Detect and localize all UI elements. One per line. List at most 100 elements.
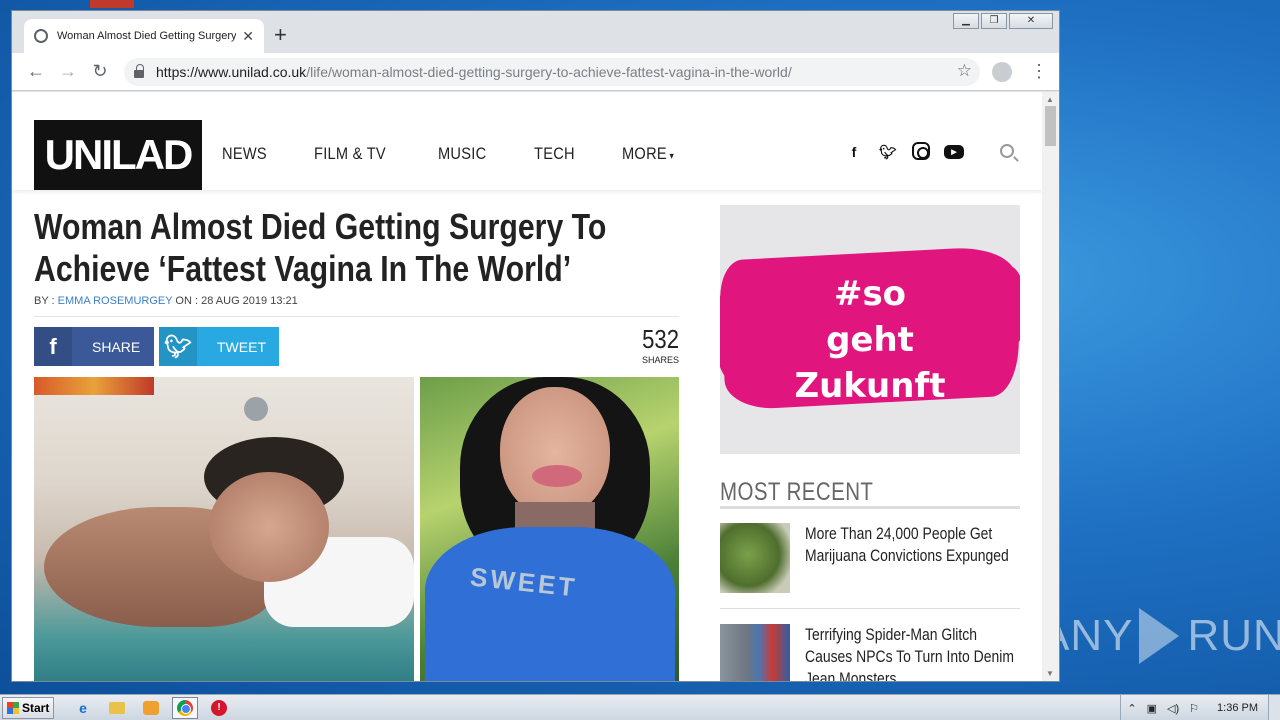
nav-news[interactable]: NEWS: [222, 144, 267, 164]
nav-tech[interactable]: TECH: [534, 144, 575, 164]
browser-tab[interactable]: Woman Almost Died Getting Surgery To Ach…: [24, 19, 264, 53]
ad-text: #so geht Zukunft: [720, 271, 1020, 409]
tray-expand-icon[interactable]: ⌃: [1127, 702, 1136, 715]
tab-close-icon[interactable]: ✕: [242, 28, 254, 45]
window-controls: ▁ ❐ ✕: [953, 13, 1053, 29]
action-center-flag-icon[interactable]: ⚐: [1189, 702, 1199, 715]
nav-film-tv[interactable]: FILM & TV: [314, 144, 386, 164]
site-header: UNILAD NEWS FILM & TV MUSIC TECH MORE f …: [12, 118, 1042, 190]
taskbar-clock[interactable]: 1:36 PM: [1217, 702, 1258, 714]
browser-window: ▁ ❐ ✕ Woman Almost Died Getting Surgery …: [11, 10, 1060, 682]
watermark-run: RUN: [1187, 611, 1280, 660]
main-nav: NEWS FILM & TV MUSIC TECH MORE: [222, 144, 722, 164]
author-link[interactable]: EMMA ROSEMURGEY: [58, 295, 173, 307]
taskbar-internet-explorer[interactable]: e: [70, 697, 96, 719]
taskbar-media-player[interactable]: [138, 697, 164, 719]
media-player-icon: [143, 700, 159, 715]
bookmark-star-icon[interactable]: ☆: [957, 61, 972, 81]
minimize-button[interactable]: ▁: [953, 13, 979, 29]
start-button[interactable]: Start: [2, 696, 54, 719]
most-recent-item[interactable]: Terrifying Spider-Man Glitch Causes NPCs…: [720, 624, 1020, 681]
url-text: https://www.unilad.co.uk/life/woman-almo…: [156, 64, 792, 80]
nav-music[interactable]: MUSIC: [438, 144, 486, 164]
scrollbar-thumb[interactable]: [1045, 106, 1056, 146]
page-viewport: UNILAD NEWS FILM & TV MUSIC TECH MORE f …: [12, 92, 1059, 681]
byline: BY : EMMA ROSEMURGEY ON : 28 AUG 2019 13…: [34, 295, 298, 307]
tab-title: Woman Almost Died Getting Surgery To Ach…: [57, 30, 237, 42]
share-count-number: 532: [642, 324, 679, 354]
most-recent-item-title: More Than 24,000 People Get Marijuana Co…: [805, 524, 1009, 565]
show-desktop-button[interactable]: [1268, 695, 1280, 720]
sidebar-ad[interactable]: #so geht Zukunft: [720, 205, 1020, 454]
facebook-icon: f: [34, 327, 72, 366]
ad-text-line-2: geht: [826, 320, 914, 360]
nav-more[interactable]: MORE: [622, 144, 674, 164]
browser-menu-icon[interactable]: ⋮: [1030, 61, 1048, 82]
opera-icon: !: [211, 699, 227, 716]
share-count-label: SHARES: [641, 355, 679, 365]
address-bar[interactable]: https://www.unilad.co.uk/life/woman-almo…: [124, 58, 980, 86]
volume-icon[interactable]: ◁): [1167, 702, 1179, 715]
photo-lips: [532, 465, 582, 487]
byline-divider: [34, 316, 679, 317]
profile-avatar-icon[interactable]: [992, 62, 1012, 82]
most-recent-title: MOST RECENT: [720, 478, 874, 506]
taskbar-opera[interactable]: !: [206, 697, 232, 719]
wall-lamp: [244, 397, 268, 421]
article-headline: Woman Almost Died Getting Surgery To Ach…: [34, 206, 607, 289]
chrome-icon: [177, 699, 193, 716]
browser-toolbar: ← → ↻ https://www.unilad.co.uk/life/woma…: [12, 53, 1059, 91]
photo-face: [500, 387, 610, 517]
instagram-icon[interactable]: [912, 142, 930, 160]
hero-left-photo: [34, 377, 414, 681]
most-recent-separator: [720, 608, 1020, 609]
play-icon: [1139, 608, 1180, 664]
most-recent-thumbnail: [720, 523, 790, 593]
forward-button[interactable]: →: [52, 61, 84, 82]
system-tray: ⌃ ▣ ◁) ⚐ 1:36 PM: [1120, 695, 1280, 720]
windows-taskbar: Start e ! ⌃ ▣ ◁) ⚐ 1:36 PM: [0, 694, 1280, 720]
start-label: Start: [22, 700, 50, 715]
social-links: f 🐦︎ ▶: [844, 142, 964, 162]
most-recent-thumbnail: [720, 624, 790, 681]
unilad-logo[interactable]: UNILAD: [34, 120, 202, 190]
taskbar-pinned-apps: e !: [70, 696, 232, 719]
facebook-share-label: SHARE: [92, 338, 141, 355]
windows-logo-icon: [7, 701, 19, 714]
taskbar-explorer[interactable]: [104, 697, 130, 719]
new-tab-button[interactable]: +: [274, 23, 287, 47]
hero-right-photo: SWEET: [420, 377, 679, 681]
photo-shirt: [425, 527, 675, 681]
back-button[interactable]: ←: [20, 61, 52, 82]
wall-painting: [34, 377, 154, 395]
facebook-icon[interactable]: f: [844, 142, 864, 162]
network-icon[interactable]: ▣: [1147, 702, 1157, 715]
scroll-up-icon[interactable]: ▲: [1046, 95, 1054, 104]
restore-button[interactable]: ❐: [981, 13, 1007, 29]
taskbar-chrome[interactable]: [172, 696, 198, 719]
twitter-icon[interactable]: 🐦︎: [878, 142, 898, 162]
ad-text-line-3: Zukunft: [794, 366, 946, 406]
internet-explorer-icon: e: [79, 699, 87, 716]
url-path: /life/woman-almost-died-getting-surgery-…: [306, 64, 792, 80]
url-host: https://www.unilad.co.uk: [156, 64, 307, 80]
share-count: 532 SHARES: [627, 324, 679, 365]
facebook-share-button[interactable]: f SHARE: [34, 327, 154, 366]
close-window-button[interactable]: ✕: [1009, 13, 1053, 29]
youtube-icon[interactable]: ▶: [944, 145, 964, 159]
folder-icon: [109, 701, 125, 714]
twitter-share-label: TWEET: [217, 338, 266, 355]
page-scrollbar[interactable]: ▲ ▼: [1042, 92, 1059, 681]
article-hero-image: SWEET: [34, 377, 679, 681]
twitter-share-button[interactable]: 🐦︎ TWEET: [159, 327, 279, 366]
byline-label: BY :: [34, 295, 58, 307]
search-icon[interactable]: [1000, 144, 1014, 158]
most-recent-item[interactable]: More Than 24,000 People Get Marijuana Co…: [720, 523, 1020, 611]
lock-icon: [134, 64, 144, 78]
most-recent-rule: [720, 506, 1020, 509]
reload-button[interactable]: ↻: [84, 61, 116, 82]
photo-figure-head: [209, 472, 329, 582]
scroll-down-icon[interactable]: ▼: [1046, 669, 1054, 678]
globe-icon: [34, 29, 48, 43]
anyrun-watermark: ANY RUN: [1040, 608, 1280, 664]
